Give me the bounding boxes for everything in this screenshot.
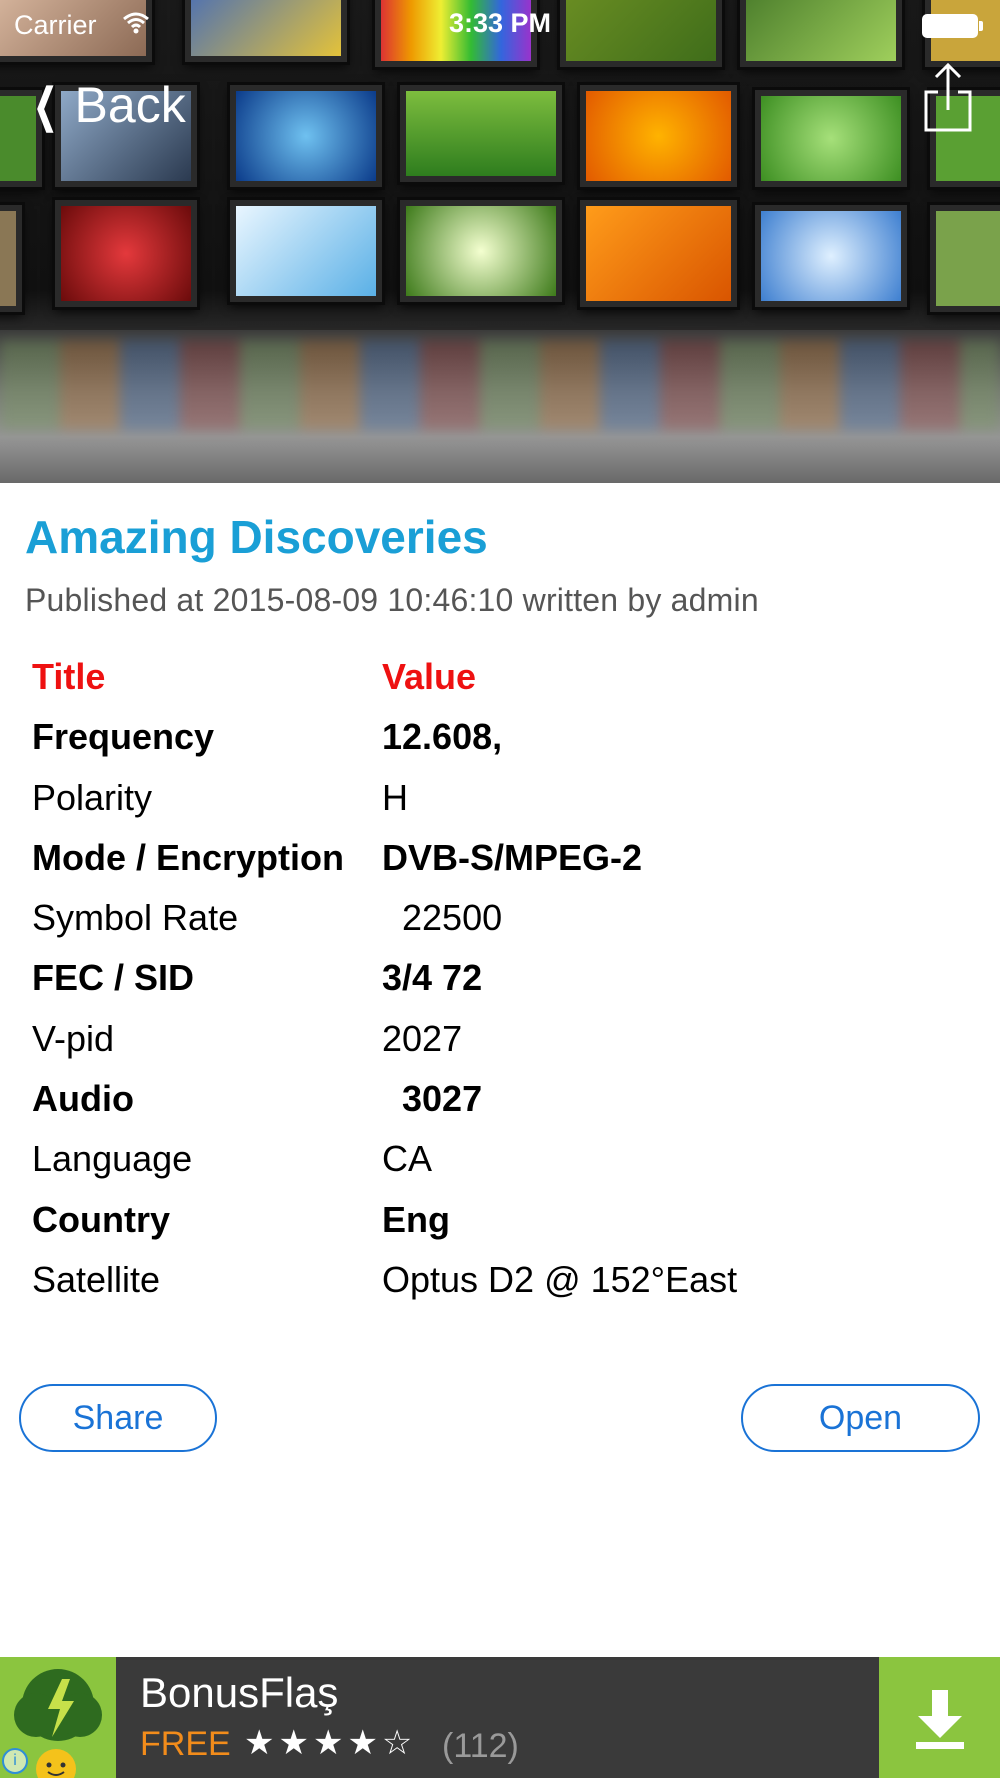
back-label: Back <box>74 77 186 133</box>
status-bar: Carrier 3:33 PM <box>0 0 1000 48</box>
row-value: DVB-S/MPEG-2 <box>382 836 643 878</box>
ad-review-count: (112) <box>442 1727 519 1765</box>
row-value: Optus D2 @ 152°East <box>382 1258 738 1300</box>
row-key: Language <box>32 1138 193 1180</box>
row-value: 3/4 72 <box>382 957 483 999</box>
row-key: Satellite <box>32 1258 161 1300</box>
row-key: Polarity <box>32 776 153 818</box>
row-value: CA <box>382 1138 433 1180</box>
table-row: Polarity H <box>32 769 972 829</box>
row-key: Mode / Encryption <box>32 836 345 878</box>
download-button[interactable] <box>879 1657 1000 1778</box>
chevron-left-icon: ❮ <box>33 79 57 131</box>
table-row: V-pid 2027 <box>32 1010 972 1070</box>
row-key: Symbol Rate <box>32 897 239 939</box>
status-time: 3:33 PM <box>448 8 552 38</box>
share-icon[interactable] <box>922 62 974 132</box>
row-value: 3027 <box>382 1078 483 1120</box>
row-value: 12.608, <box>382 716 503 758</box>
open-button[interactable]: Open <box>741 1384 980 1452</box>
back-button[interactable]: ❮ Back <box>26 76 186 134</box>
channel-spec-table: Title Value Frequency 12.608, Polarity H… <box>32 648 972 1311</box>
table-row: Language CA <box>32 1130 972 1190</box>
table-row: Audio 3027 <box>32 1070 972 1130</box>
article-title: Amazing Discoveries <box>25 511 488 563</box>
article-meta: Published at 2015-08-09 10:46:10 written… <box>25 582 759 618</box>
info-icon[interactable]: i <box>2 1748 28 1774</box>
ad-app-name[interactable]: BonusFlaş <box>140 1669 338 1717</box>
row-value: H <box>382 776 408 818</box>
header-value: Value <box>382 656 477 697</box>
header-title: Title <box>32 656 106 697</box>
table-row: FEC / SID 3/4 72 <box>32 949 972 1009</box>
tv-wall-illustration <box>0 0 1000 330</box>
floor-reflection <box>0 340 1000 430</box>
row-value: 22500 <box>382 897 503 939</box>
row-key: Frequency <box>32 716 215 758</box>
table-row: Frequency 12.608, <box>32 708 972 768</box>
row-key: V-pid <box>32 1017 115 1059</box>
row-value: 2027 <box>382 1017 463 1059</box>
battery-icon <box>922 14 983 38</box>
row-key: Audio <box>32 1078 134 1120</box>
table-row: Mode / Encryption DVB-S/MPEG-2 <box>32 829 972 889</box>
header-image: Carrier 3:33 PM ❮ Back <box>0 0 1000 483</box>
rating-stars-icon: ★★★★☆ <box>244 1724 417 1762</box>
app-icon[interactable]: i <box>0 1657 116 1778</box>
table-row: Symbol Rate 22500 <box>32 889 972 949</box>
ad-price: FREE <box>140 1725 231 1763</box>
row-key: FEC / SID <box>32 957 195 999</box>
download-icon <box>915 1689 964 1749</box>
share-button[interactable]: Share <box>19 1384 217 1452</box>
ad-banner[interactable]: i BonusFlaş FREE ★★★★☆ (112) <box>0 1657 1000 1778</box>
table-header-row: Title Value <box>32 648 972 708</box>
table-row: Satellite Optus D2 @ 152°East <box>32 1251 972 1311</box>
table-row: Country Eng <box>32 1191 972 1251</box>
row-key: Country <box>32 1198 170 1240</box>
row-value: Eng <box>382 1198 450 1240</box>
